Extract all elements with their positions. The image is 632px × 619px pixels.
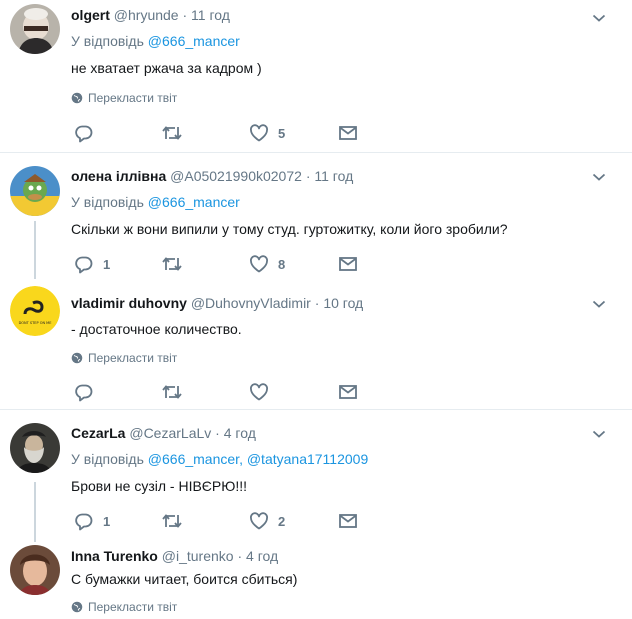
user-name[interactable]: CezarLa [71, 425, 125, 441]
translate-link[interactable]: Перекласти твіт [71, 351, 177, 365]
tweet-text: не хватает ржача за кадром ) [71, 60, 262, 76]
user-name[interactable]: olgert [71, 7, 110, 23]
separator-dot: · [314, 295, 320, 311]
retweet-button[interactable] [161, 511, 192, 531]
reply-prefix: У відповідь [71, 33, 144, 49]
tweet-actions [71, 382, 351, 402]
user-handle[interactable]: @DuhovnyVladimir [191, 295, 311, 311]
reply-prefix: У відповідь [71, 451, 144, 467]
reply-context: У відповідь @666_mancer [71, 194, 240, 210]
reply-count: 1 [103, 513, 111, 529]
avatar[interactable] [10, 4, 60, 54]
reply-to-link[interactable]: @666_mancer [148, 451, 239, 467]
tweet-item[interactable]: CezarLa @CezarLaLv · 4 год У відповідь @… [0, 410, 632, 542]
reply-prefix: У відповідь [71, 194, 144, 210]
like-count: 2 [278, 513, 286, 529]
tweet-actions: 5 [71, 123, 351, 143]
tweet-text: Скільки ж вони випили у тому студ. гурто… [71, 221, 508, 237]
avatar[interactable]: DONT STEP ON ME [10, 286, 60, 336]
like-button[interactable]: 5 [249, 123, 285, 143]
like-count: 8 [278, 256, 286, 272]
user-name[interactable]: vladimir duhovny [71, 295, 187, 311]
translate-link[interactable]: Перекласти твіт [71, 600, 177, 614]
message-button[interactable] [338, 511, 358, 531]
reply-to-link[interactable]: @666_mancer [148, 194, 240, 210]
reply-to-link-2[interactable]: @tatyana17112009 [247, 451, 368, 467]
retweet-button[interactable] [161, 254, 192, 274]
message-button[interactable] [338, 254, 358, 274]
globe-icon [71, 92, 83, 104]
avatar[interactable] [10, 423, 60, 473]
avatar[interactable] [10, 545, 60, 595]
tweet-item[interactable]: olgert @hryunde · 11 год У відповідь @66… [0, 0, 632, 153]
like-button[interactable] [249, 382, 278, 402]
separator-dot: · [215, 425, 220, 441]
user-handle[interactable]: @i_turenko [162, 548, 234, 564]
reply-to-link[interactable]: @666_mancer [148, 33, 240, 49]
translate-label[interactable]: Перекласти твіт [88, 600, 177, 614]
tweet-time[interactable]: 11 год [314, 168, 353, 184]
avatar[interactable] [10, 166, 60, 216]
tweet-actions: 1 2 [71, 511, 351, 531]
user-name[interactable]: олена іллівна [71, 168, 166, 184]
chevron-down-icon[interactable] [592, 299, 606, 309]
reply-button[interactable] [74, 382, 103, 402]
reply-count: 1 [103, 256, 111, 272]
reply-button[interactable]: 1 [74, 511, 110, 531]
chevron-down-icon[interactable] [592, 429, 606, 439]
tweet-item[interactable]: олена іллівна @A05021990k02072 · 11 год … [0, 153, 632, 279]
reply-context: У відповідь @666_mancer [71, 33, 240, 49]
tweet-text: - достаточное количество. [71, 321, 242, 337]
reply-button[interactable]: 1 [74, 254, 110, 274]
like-count: 5 [278, 125, 286, 141]
tweet-actions: 1 8 [71, 254, 351, 274]
thread-line [34, 221, 36, 279]
thread-line [34, 482, 36, 542]
separator-dot: · [182, 7, 188, 23]
avatar-caption: DONT STEP ON ME [19, 321, 52, 325]
tweet-text: С бумажки читает, боится сбиться) [71, 571, 298, 587]
separator-dot: · [237, 548, 243, 564]
globe-icon [71, 352, 83, 364]
translate-label[interactable]: Перекласти твіт [88, 91, 177, 105]
message-button[interactable] [338, 123, 358, 143]
like-button[interactable]: 2 [249, 511, 285, 531]
globe-icon [71, 601, 83, 613]
like-button[interactable]: 8 [249, 254, 285, 274]
chevron-down-icon[interactable] [592, 172, 606, 182]
tweet-text: Брови не сузіл - НІВЄРЮ!!! [71, 478, 248, 494]
translate-label[interactable]: Перекласти твіт [88, 351, 177, 365]
chevron-down-icon[interactable] [592, 13, 606, 23]
message-button[interactable] [338, 382, 358, 402]
retweet-button[interactable] [161, 123, 192, 143]
reply-context: У відповідь @666_mancer, @tatyana1711200… [71, 451, 369, 467]
tweet-time[interactable]: 4 год [246, 548, 278, 564]
retweet-button[interactable] [161, 382, 192, 402]
tweet-item[interactable]: DONT STEP ON ME vladimir duhovny @Duhovn… [0, 279, 632, 410]
reply-button[interactable] [74, 123, 103, 143]
user-handle[interactable]: @hryunde [114, 7, 179, 23]
tweet-time[interactable]: 4 год [224, 425, 256, 441]
user-handle[interactable]: @CezarLaLv [129, 425, 211, 441]
separator-dot: · [305, 168, 311, 184]
user-name[interactable]: Inna Turenko [71, 548, 158, 564]
user-handle[interactable]: @A05021990k02072 [170, 168, 302, 184]
tweet-item[interactable]: Inna Turenko @i_turenko · 4 год С бумажк… [0, 542, 632, 619]
translate-link[interactable]: Перекласти твіт [71, 91, 177, 105]
tweet-time[interactable]: 10 год [323, 295, 363, 311]
tweet-time[interactable]: 11 год [191, 7, 230, 23]
